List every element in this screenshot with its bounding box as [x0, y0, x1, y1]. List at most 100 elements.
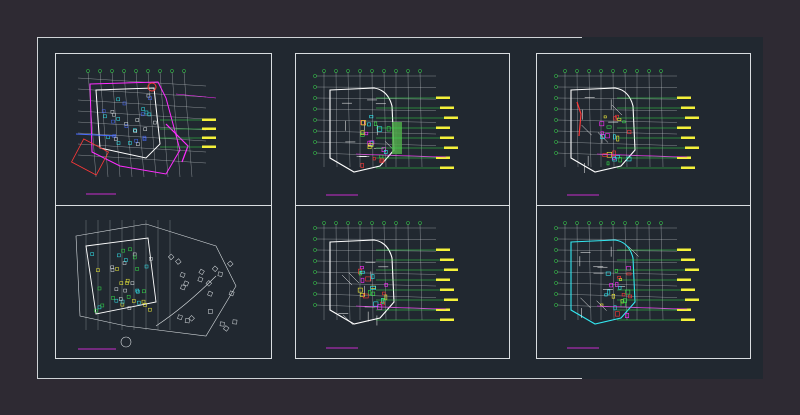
site-feature	[184, 318, 190, 324]
site-feature	[183, 280, 190, 287]
grid-line	[407, 71, 410, 168]
north-arrow	[120, 336, 132, 348]
fixture-symbol	[372, 156, 376, 161]
site-feature	[197, 276, 204, 283]
label-block	[677, 248, 691, 251]
fixture-symbol	[357, 287, 363, 293]
fixture-symbol	[142, 289, 146, 294]
fixture-symbol	[116, 117, 120, 121]
leader-line	[596, 305, 688, 310]
fixture-symbol	[140, 112, 145, 117]
fixture-symbol	[90, 252, 94, 256]
viewport-upper-floor-2[interactable]	[536, 53, 751, 206]
fixture-symbol	[128, 141, 132, 145]
fixture-symbol	[370, 285, 376, 290]
label-block	[440, 318, 454, 321]
fixture-symbol	[626, 266, 632, 271]
fixture-symbol	[103, 114, 107, 119]
fixture-symbol	[386, 126, 391, 132]
fixture-symbol	[605, 271, 611, 276]
viewport-upper-floor-4[interactable]	[536, 205, 751, 359]
fixture-symbol	[112, 112, 116, 117]
grid-line	[315, 130, 437, 135]
grid-line	[660, 71, 664, 168]
fixture-symbol	[603, 115, 607, 119]
fixture-symbol	[124, 258, 128, 262]
fixture-symbol	[141, 299, 146, 304]
fixture-symbol	[377, 126, 383, 132]
label-block	[436, 96, 450, 99]
fixture-symbol	[368, 289, 372, 296]
fixture-symbol	[360, 277, 365, 283]
floor-plan-drawing	[554, 221, 699, 349]
fixture-symbol	[148, 307, 152, 312]
fixture-symbol	[135, 118, 140, 122]
viewport-upper-floor-1[interactable]	[295, 53, 510, 206]
fixture-symbol	[117, 253, 121, 258]
fixture-symbol	[617, 275, 621, 279]
label-block	[202, 136, 216, 139]
site-feature	[227, 260, 234, 267]
viewport-site-plan[interactable]	[55, 205, 272, 359]
fixture-symbol	[373, 121, 378, 126]
fixture-symbol	[607, 289, 611, 295]
grid-line	[315, 238, 437, 240]
fixture-symbol	[97, 286, 102, 291]
grid-line	[315, 304, 437, 310]
floor-plan-drawing	[70, 69, 217, 195]
fixture-symbol	[141, 107, 145, 111]
fixture-symbol	[144, 264, 149, 269]
grid-line	[347, 223, 351, 321]
label-block	[685, 268, 699, 271]
site-feature	[232, 319, 238, 325]
fixture-symbol	[373, 301, 379, 307]
fixture-symbol	[100, 303, 105, 308]
fixture-symbol	[367, 122, 371, 127]
label-block	[681, 318, 695, 321]
label-block	[440, 136, 454, 139]
interior-wall	[342, 314, 354, 326]
viewport-upper-floor-3[interactable]	[295, 205, 510, 359]
floor-plan-drawing	[313, 221, 458, 349]
fixture-symbol	[609, 283, 613, 288]
grid-line	[556, 293, 678, 298]
grid-line	[315, 152, 437, 158]
label-block	[681, 288, 695, 291]
leader-line	[355, 153, 447, 158]
grid-line	[556, 304, 678, 310]
fixture-symbol	[111, 296, 115, 300]
grid-line	[315, 86, 437, 88]
cad-model-space[interactable]	[0, 0, 800, 415]
grid-line	[624, 71, 628, 168]
leader-line	[355, 305, 447, 310]
grid-line	[419, 223, 423, 321]
grid-line	[556, 282, 678, 287]
label-block	[677, 126, 691, 129]
fixture-symbol	[111, 119, 115, 124]
grid-line	[315, 293, 437, 298]
fixture-symbol	[382, 291, 386, 296]
grid-line	[371, 71, 374, 168]
sheet-border-left	[37, 37, 38, 379]
fixture-symbol	[362, 293, 369, 299]
fixture-symbol	[120, 302, 125, 307]
grid-line	[556, 86, 678, 88]
grid-line	[660, 223, 664, 321]
site-feature	[217, 271, 223, 277]
interior-wall	[596, 300, 607, 311]
fixture-symbol	[115, 267, 119, 271]
fixture-symbol	[360, 266, 364, 270]
label-block	[681, 258, 695, 261]
viewport-ground-floor[interactable]	[55, 53, 272, 206]
grid-line	[648, 223, 651, 321]
site-feature	[177, 314, 183, 320]
sheet-border-bottom	[37, 378, 582, 379]
fixture-symbol	[371, 274, 375, 279]
fixture-symbol	[135, 267, 139, 271]
fixture-symbol	[122, 261, 127, 265]
label-block	[685, 146, 699, 149]
fixture-symbol	[384, 294, 388, 301]
fixture-symbol	[143, 127, 147, 131]
label-block	[685, 298, 699, 301]
grid-line	[419, 71, 423, 168]
